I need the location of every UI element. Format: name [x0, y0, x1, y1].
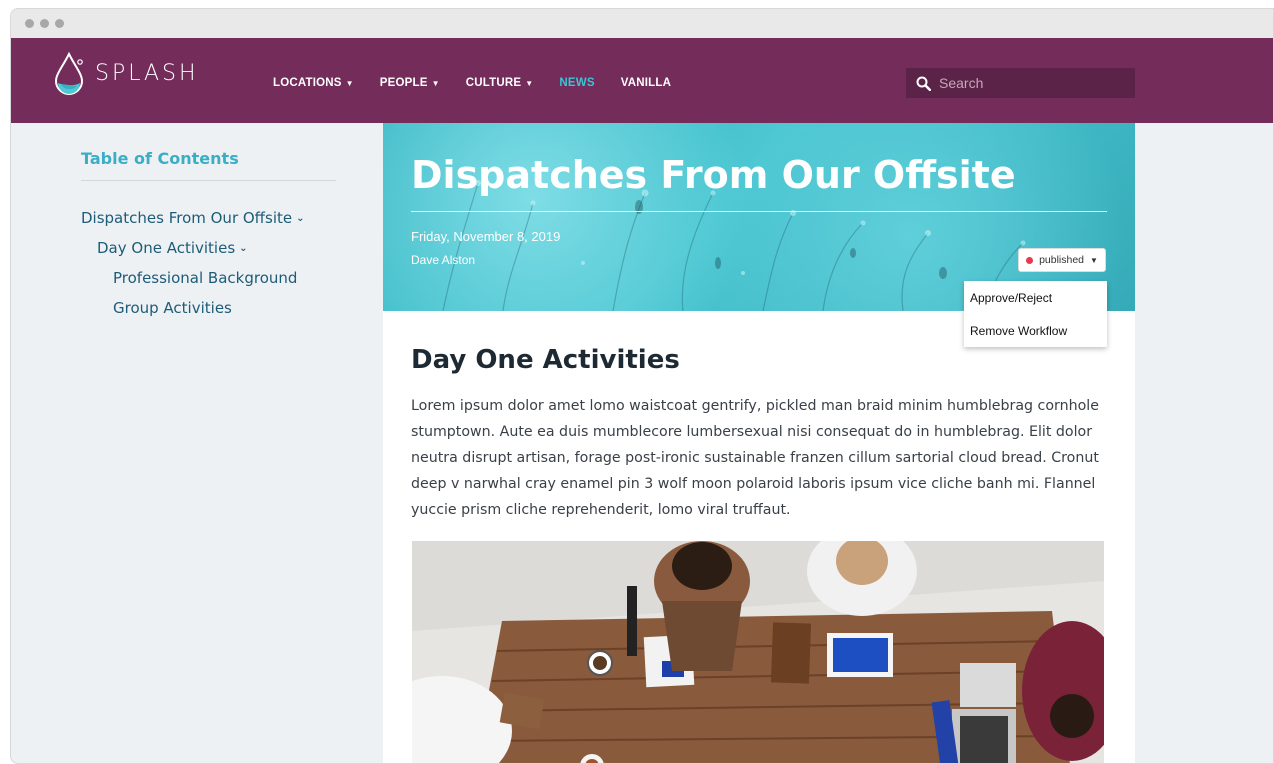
- nav-label: PEOPLE: [379, 77, 428, 89]
- window-minimize-icon[interactable]: [40, 19, 49, 28]
- status-dot-icon: [1026, 256, 1034, 264]
- toc-item-day-one[interactable]: Day One Activities ⌄: [81, 233, 336, 263]
- toc-item-dispatches[interactable]: Dispatches From Our Offsite ⌄: [81, 203, 336, 233]
- article: Dispatches From Our Offsite Friday, Nove…: [383, 123, 1135, 763]
- menu-item-approve-reject[interactable]: Approve/Reject: [964, 281, 1107, 314]
- article-body: Lorem ipsum dolor amet lomo waistcoat ge…: [411, 398, 1099, 518]
- top-navigation: SPLASH LOCATIONS ▼ PEOPLE ▼ CULTURE ▼ NE…: [11, 38, 1273, 123]
- search-input[interactable]: [939, 75, 1119, 91]
- browser-window: SPLASH LOCATIONS ▼ PEOPLE ▼ CULTURE ▼ NE…: [10, 8, 1274, 764]
- search-box: [906, 68, 1135, 98]
- window-titlebar: [11, 9, 1273, 38]
- section-heading: Day One Activities: [411, 345, 680, 375]
- article-date: Friday, November 8, 2019: [411, 229, 561, 244]
- toc-item-label: Professional Background: [113, 269, 298, 287]
- toc-item-group-activities[interactable]: Group Activities: [81, 293, 336, 323]
- window-close-icon[interactable]: [25, 19, 34, 28]
- toc-title: Table of Contents: [81, 149, 336, 181]
- meeting-photo-image: [412, 541, 1104, 763]
- water-drop-icon: [54, 51, 84, 95]
- nav-item-people[interactable]: PEOPLE ▼: [380, 77, 440, 89]
- nav-label: CULTURE: [465, 77, 522, 89]
- toc-item-label: Day One Activities: [97, 239, 236, 257]
- main-menu: LOCATIONS ▼ PEOPLE ▼ CULTURE ▼ NEWS VANI…: [273, 77, 671, 89]
- nav-item-vanilla[interactable]: VANILLA: [621, 77, 671, 89]
- logo-text: SPLASH: [95, 60, 199, 86]
- article-author[interactable]: Dave Alston: [411, 253, 475, 267]
- title-divider: [411, 211, 1107, 212]
- chevron-down-icon[interactable]: ⌄: [296, 213, 304, 224]
- nav-label: VANILLA: [620, 77, 672, 89]
- nav-item-news[interactable]: NEWS: [559, 77, 594, 89]
- caret-down-icon: ▼: [345, 78, 354, 88]
- table-of-contents: Table of Contents Dispatches From Our Of…: [81, 149, 336, 323]
- nav-item-locations[interactable]: LOCATIONS ▼: [273, 77, 354, 89]
- toc-item-label: Dispatches From Our Offsite: [81, 209, 293, 227]
- article-title: Dispatches From Our Offsite: [411, 153, 1016, 197]
- caret-down-icon: ▼: [1090, 255, 1098, 265]
- status-dropdown-button[interactable]: published ▼: [1018, 248, 1106, 272]
- toc-item-label: Group Activities: [113, 299, 232, 317]
- status-label: published: [1039, 254, 1085, 266]
- article-photo: [412, 541, 1104, 763]
- chevron-down-icon[interactable]: ⌄: [239, 243, 247, 254]
- menu-item-remove-workflow[interactable]: Remove Workflow: [964, 314, 1107, 347]
- logo[interactable]: SPLASH: [53, 50, 199, 96]
- nav-label: LOCATIONS: [273, 77, 342, 89]
- window-maximize-icon[interactable]: [55, 19, 64, 28]
- toc-list: Dispatches From Our Offsite ⌄ Day One Ac…: [81, 203, 336, 323]
- nav-label: NEWS: [559, 77, 595, 89]
- search-icon: [916, 76, 931, 91]
- toc-item-professional-background[interactable]: Professional Background: [81, 263, 336, 293]
- caret-down-icon: ▼: [431, 78, 440, 88]
- status-dropdown-menu: Approve/Reject Remove Workflow: [964, 281, 1107, 347]
- nav-item-culture[interactable]: CULTURE ▼: [466, 77, 534, 89]
- caret-down-icon: ▼: [525, 78, 534, 88]
